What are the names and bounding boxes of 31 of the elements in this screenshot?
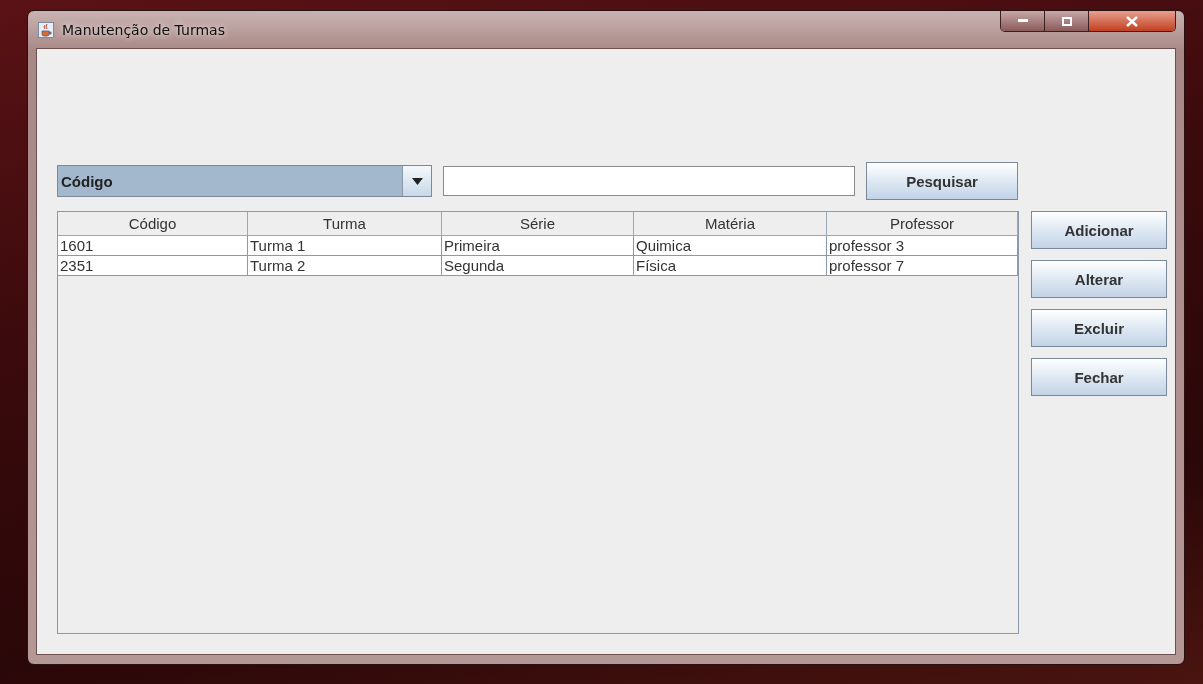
search-button[interactable]: Pesquisar [866,162,1018,200]
action-button[interactable]: Adicionar [1031,211,1167,249]
column-header[interactable]: Matéria [634,212,827,236]
search-field-dropdown[interactable]: Código [57,165,432,197]
table-cell: Quimica [634,236,827,256]
close-button[interactable] [1089,11,1175,31]
table-cell: Turma 1 [248,236,442,256]
minimize-button[interactable] [1001,11,1045,31]
table-cell: Segunda [442,256,634,276]
table-cell: professor 7 [827,256,1018,276]
minimize-icon [1017,19,1028,23]
window-title: Manutenção de Turmas [62,21,225,38]
column-header[interactable]: Professor [827,212,1018,236]
table-cell: Física [634,256,827,276]
column-header[interactable]: Série [442,212,634,236]
table-cell: 2351 [58,256,248,276]
search-input[interactable] [443,166,855,196]
table-cell: 1601 [58,236,248,256]
close-icon [1126,15,1138,27]
table-cell: professor 3 [827,236,1018,256]
column-header[interactable]: Código [58,212,248,236]
maximize-icon [1061,16,1072,26]
maximize-button[interactable] [1045,11,1089,31]
table-cell: Primeira [442,236,634,256]
action-button[interactable]: Fechar [1031,358,1167,396]
cup-icon [38,21,54,38]
action-button[interactable]: Alterar [1031,260,1167,298]
caret-icon [411,177,423,185]
column-header[interactable]: Turma [248,212,442,236]
action-button[interactable]: Excluir [1031,309,1167,347]
table-cell: Turma 2 [248,256,442,276]
